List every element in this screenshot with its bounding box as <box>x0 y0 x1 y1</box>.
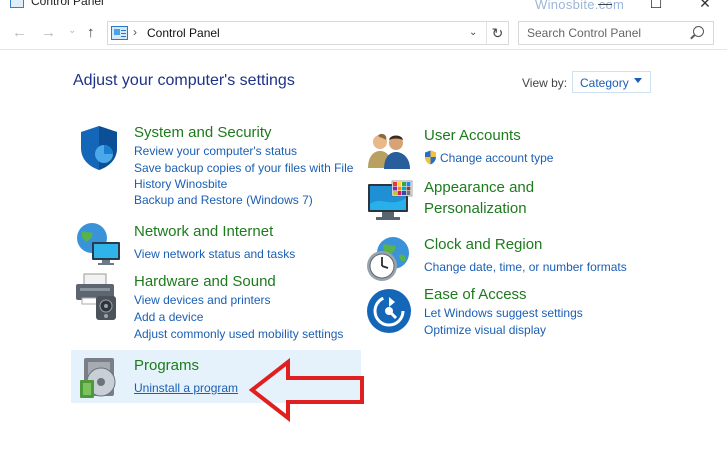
user-accounts-title[interactable]: User Accounts <box>424 127 521 144</box>
link-date-time-formats[interactable]: Change date, time, or number formats <box>424 260 627 274</box>
breadcrumb-separator-icon[interactable]: › <box>133 25 137 39</box>
search-input[interactable] <box>519 22 689 44</box>
search-box[interactable] <box>518 21 714 45</box>
window-title: Control Panel <box>31 0 104 8</box>
refresh-icon[interactable]: ↻ <box>486 22 508 44</box>
printer-icon[interactable] <box>74 270 124 322</box>
link-add-device[interactable]: Add a device <box>134 310 203 324</box>
title-bar: Control Panel Winosbite.com — ☐ ✕ <box>0 0 727 14</box>
network-and-internet-title[interactable]: Network and Internet <box>134 223 273 240</box>
programs-title[interactable]: Programs <box>134 357 199 374</box>
dropdown-caret-icon <box>634 78 642 83</box>
link-mobility-settings[interactable]: Adjust commonly used mobility settings <box>134 327 343 341</box>
ease-of-access-title[interactable]: Ease of Access <box>424 286 527 303</box>
back-arrow-icon[interactable]: ← <box>12 24 27 41</box>
clock-and-region-title[interactable]: Clock and Region <box>424 236 542 253</box>
link-change-account-type[interactable]: Change account type <box>440 151 553 165</box>
network-globe-icon[interactable] <box>74 220 122 266</box>
uac-shield-icon <box>425 150 436 165</box>
users-icon[interactable] <box>366 130 412 170</box>
link-uninstall-program[interactable]: Uninstall a program <box>134 381 238 395</box>
link-optimize-visual-display[interactable]: Optimize visual display <box>424 323 546 337</box>
monitor-palette-icon[interactable] <box>366 180 414 224</box>
breadcrumb-control-panel[interactable]: Control Panel <box>147 26 220 40</box>
appearance-title-line1[interactable]: Appearance and <box>424 179 534 196</box>
address-bar[interactable]: › Control Panel ⌄ ↻ <box>107 21 509 45</box>
programs-disc-icon[interactable] <box>80 356 122 400</box>
page-title: Adjust your computer's settings <box>73 72 295 89</box>
maximize-button[interactable]: ☐ <box>641 0 671 12</box>
address-dropdown-chevron-icon[interactable]: ⌄ <box>469 27 477 38</box>
search-icon[interactable] <box>693 26 704 37</box>
link-review-status[interactable]: Review your computer's status <box>134 144 297 158</box>
link-file-history[interactable]: History Winosbite <box>134 177 227 191</box>
ease-of-access-icon[interactable] <box>366 288 412 334</box>
up-arrow-icon[interactable]: ↑ <box>87 24 95 41</box>
link-network-status[interactable]: View network status and tasks <box>134 247 295 261</box>
appearance-title-line2[interactable]: Personalization <box>424 200 527 217</box>
recent-locations-chevron-icon[interactable]: ⌄ <box>68 25 76 36</box>
control-panel-app-icon <box>10 0 24 8</box>
shield-icon[interactable] <box>77 124 121 172</box>
view-by-value: Category <box>580 76 629 90</box>
hardware-and-sound-title[interactable]: Hardware and Sound <box>134 273 276 290</box>
link-backup-restore[interactable]: Backup and Restore (Windows 7) <box>134 193 313 207</box>
view-by-dropdown[interactable]: Category <box>572 71 651 93</box>
navigation-bar: ← → ⌄ ↑ › Control Panel ⌄ ↻ <box>0 16 727 50</box>
control-panel-icon <box>111 26 128 40</box>
close-button[interactable]: ✕ <box>690 0 720 12</box>
link-save-backup[interactable]: Save backup copies of your files with Fi… <box>134 161 353 175</box>
link-devices-printers[interactable]: View devices and printers <box>134 293 271 307</box>
forward-arrow-icon[interactable]: → <box>41 24 56 41</box>
clock-globe-icon[interactable] <box>365 235 413 283</box>
minimize-button[interactable]: — <box>590 0 620 11</box>
system-and-security-title[interactable]: System and Security <box>134 124 272 141</box>
view-by-label: View by: <box>522 76 568 90</box>
red-annotation-arrow-icon <box>248 358 364 422</box>
link-windows-suggest-settings[interactable]: Let Windows suggest settings <box>424 306 583 320</box>
